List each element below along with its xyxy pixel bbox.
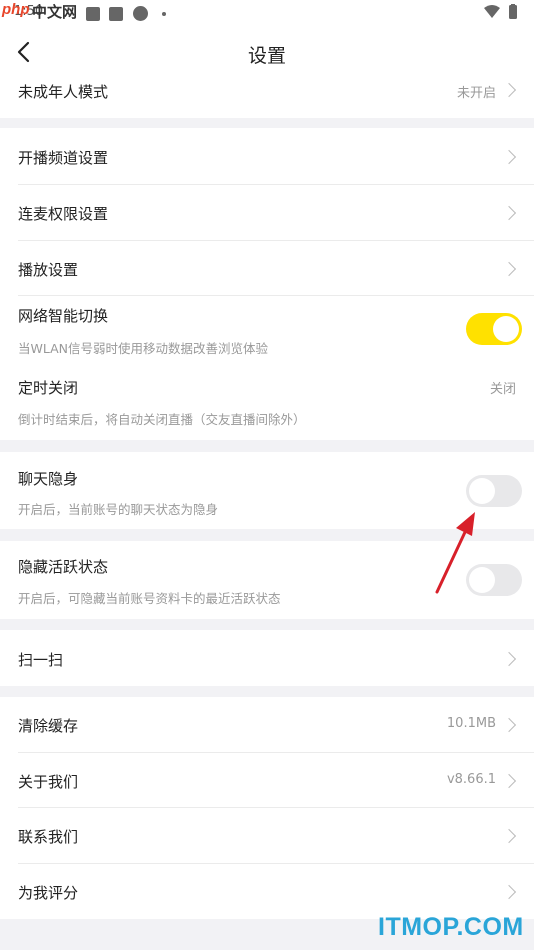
setting-row-minor-mode[interactable]: 未成年人模式 未开启	[0, 80, 534, 118]
setting-row-mic-permission[interactable]: 连麦权限设置	[0, 185, 534, 241]
setting-label: 开播频道设置	[18, 149, 109, 167]
setting-label: 关于我们	[18, 773, 79, 791]
setting-row-clear-cache[interactable]: 清除缓存 10.1MB	[0, 697, 534, 753]
watermark-php-logo: php	[2, 1, 30, 18]
setting-value: v8.66.1	[446, 772, 496, 787]
setting-row-scan[interactable]: 扫一扫	[0, 630, 534, 686]
setting-description: 倒计时结束后，将自动关闭直播（交友直播间除外）	[18, 412, 306, 427]
setting-label: 扫一扫	[18, 651, 64, 669]
setting-value: 10.1MB	[446, 716, 496, 731]
setting-label: 未成年人模式	[18, 83, 109, 101]
network-switch-toggle[interactable]	[466, 313, 522, 345]
chevron-right-icon	[501, 149, 517, 165]
setting-label: 隐藏活跃状态	[18, 558, 109, 576]
wifi-battery-icon	[484, 4, 517, 19]
chevron-right-icon	[501, 261, 517, 277]
chevron-right-icon	[501, 828, 517, 844]
notification-icon	[86, 7, 100, 21]
compass-icon	[133, 6, 148, 21]
setting-label: 连麦权限设置	[18, 205, 109, 223]
setting-row-rate[interactable]: 为我评分	[0, 864, 534, 919]
setting-value: 未开启	[456, 86, 496, 101]
setting-description: 开启后，可隐藏当前账号资料卡的最近活跃状态	[18, 591, 281, 606]
hide-active-toggle[interactable]	[466, 564, 522, 596]
setting-row-about[interactable]: 关于我们 v8.66.1	[0, 753, 534, 808]
setting-label: 联系我们	[18, 828, 79, 846]
chevron-right-icon	[501, 205, 517, 221]
setting-row-hide-active: 隐藏活跃状态 开启后，可隐藏当前账号资料卡的最近活跃状态	[0, 541, 534, 619]
setting-label: 网络智能切换	[18, 307, 109, 325]
notification-icon	[109, 7, 123, 21]
status-bar: 1:50 php 中文网	[0, 0, 534, 26]
setting-label: 定时关闭	[18, 379, 79, 397]
setting-row-timer-off[interactable]: 定时关闭 倒计时结束后，将自动关闭直播（交友直播间除外） 关闭	[0, 366, 534, 440]
setting-value: 关闭	[489, 382, 516, 397]
setting-row-network-switch: 网络智能切换 当WLAN信号弱时使用移动数据改善浏览体验	[0, 296, 534, 366]
header: 设置	[0, 26, 534, 80]
chevron-right-icon	[501, 884, 517, 900]
chat-invisible-toggle[interactable]	[466, 475, 522, 507]
toggle-knob	[469, 478, 495, 504]
setting-label: 聊天隐身	[18, 470, 79, 488]
setting-label: 播放设置	[18, 261, 79, 279]
setting-label: 清除缓存	[18, 717, 79, 735]
chevron-right-icon	[501, 82, 517, 98]
page-title: 设置	[247, 45, 286, 67]
setting-description: 当WLAN信号弱时使用移动数据改善浏览体验	[18, 341, 269, 356]
toggle-knob	[469, 567, 495, 593]
setting-description: 开启后，当前账号的聊天状态为隐身	[18, 502, 219, 517]
watermark-php-cn: 中文网	[32, 3, 78, 21]
chevron-right-icon	[501, 651, 517, 667]
toggle-knob	[493, 316, 519, 342]
setting-row-channel[interactable]: 开播频道设置	[0, 128, 534, 185]
more-notifications-dot	[162, 12, 166, 16]
setting-row-chat-invisible: 聊天隐身 开启后，当前账号的聊天状态为隐身	[0, 452, 534, 529]
chevron-right-icon	[501, 717, 517, 733]
setting-row-playback[interactable]: 播放设置	[0, 241, 534, 296]
chevron-right-icon	[501, 773, 517, 789]
status-right-icons	[482, 4, 522, 24]
watermark-itmop: ITMOP.COM	[378, 913, 524, 941]
setting-label: 为我评分	[18, 884, 79, 902]
setting-row-contact[interactable]: 联系我们	[0, 808, 534, 864]
